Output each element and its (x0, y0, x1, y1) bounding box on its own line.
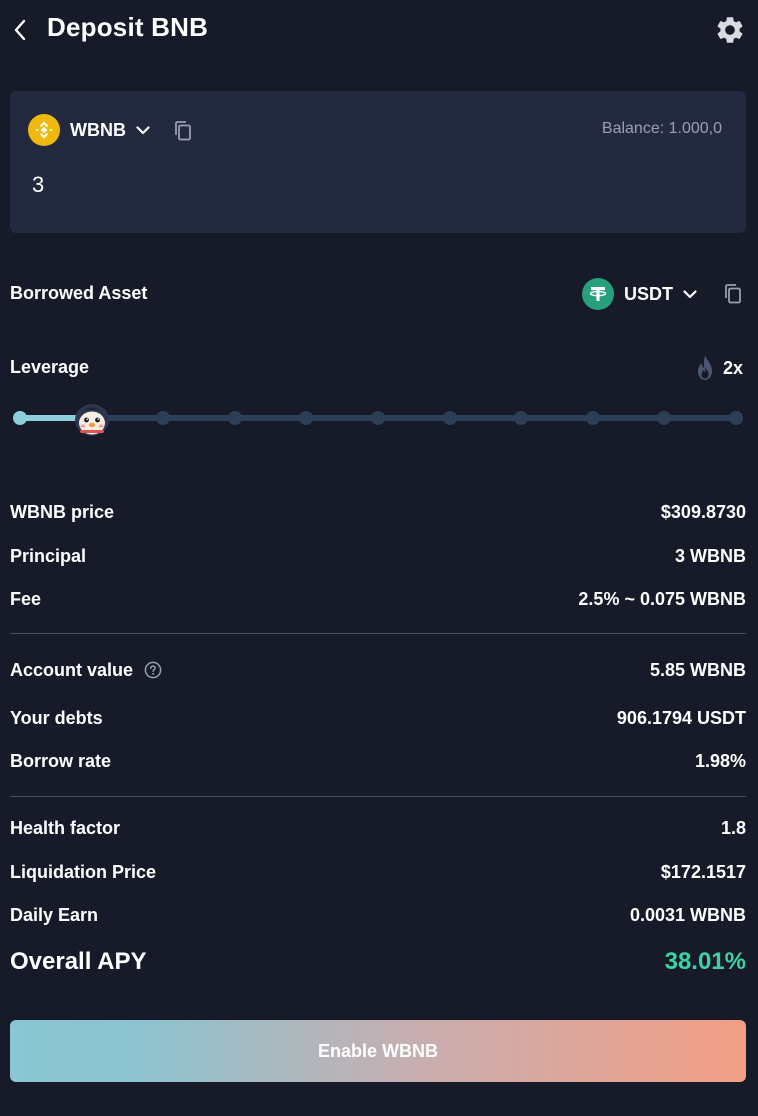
enable-button[interactable]: Enable WBNB (10, 1020, 746, 1082)
leverage-label: Leverage (10, 357, 90, 377)
fee-value: 2.5% ~ 0.075 WBNB (578, 589, 746, 609)
liquidation-price-label: Liquidation Price (10, 862, 157, 882)
borrow-rate-label: Borrow rate (10, 751, 112, 771)
chevron-down-icon (683, 290, 697, 299)
slider-step-dot[interactable] (657, 411, 672, 425)
copy-icon[interactable] (722, 282, 744, 306)
overall-apy-value: 38.01% (664, 948, 746, 975)
principal-value: 3 WBNB (675, 546, 746, 566)
daily-earn-value: 0.0031 WBNB (629, 905, 746, 925)
divider (10, 633, 746, 634)
divider (10, 796, 746, 797)
overall-apy-label: Overall APY (10, 948, 147, 975)
leverage-value: 2x (693, 354, 743, 382)
borrow-rate-value: 1.98% (694, 751, 746, 771)
leverage-multiplier: 2x (723, 357, 744, 378)
borrowed-token-select[interactable]: USDT (582, 278, 699, 310)
slider-step-dot[interactable] (729, 411, 743, 425)
slider-step-dot[interactable] (514, 411, 529, 425)
bnb-logo-icon (28, 114, 60, 146)
slider-step-dot[interactable] (299, 411, 314, 425)
debts-value: 906.1794 USDT (616, 708, 746, 728)
wbnb-price-label: WBNB price (10, 502, 115, 522)
penguin-thumb-icon[interactable] (73, 400, 111, 438)
page-title: Deposit BNB (47, 12, 209, 42)
slider-step-dot[interactable] (227, 411, 242, 425)
account-value-label: Account value (10, 660, 134, 680)
account-value: 5.85 WBNB (649, 660, 746, 680)
fee-label: Fee (10, 589, 42, 609)
deposit-card: WBNB Balance: 1.000,0 (10, 91, 746, 233)
chevron-down-icon (136, 126, 150, 135)
wbnb-price-value: $309.8730 (660, 502, 746, 522)
slider-step-dot[interactable] (13, 411, 27, 425)
amount-input[interactable] (32, 167, 712, 203)
header: Deposit BNB (0, 0, 758, 60)
leverage-slider[interactable] (13, 400, 744, 438)
copy-icon[interactable] (172, 119, 194, 143)
account-value-row: Account value (10, 660, 162, 681)
slider-step-dot[interactable] (371, 411, 385, 425)
balance-text: Balance: 1.000,0 (601, 120, 722, 137)
slider-step-dot[interactable] (585, 411, 600, 425)
slider-step-dot[interactable] (156, 411, 171, 425)
health-factor-value: 1.8 (720, 818, 746, 838)
deposit-screen: Deposit BNB WBNB Balance: 1.000,0 3 Borr… (0, 0, 758, 1116)
borrowed-asset-label: Borrowed Asset (10, 283, 148, 303)
debts-label: Your debts (10, 708, 103, 728)
gear-icon[interactable] (714, 14, 746, 46)
slider-step-dot[interactable] (442, 411, 457, 425)
flame-icon (698, 355, 712, 380)
principal-label: Principal (10, 546, 87, 566)
borrowed-token-name: USDT (624, 283, 673, 304)
liquidation-price-value: $172.1517 (660, 862, 746, 882)
deposit-token-select[interactable]: WBNB (28, 113, 152, 147)
deposit-token-name: WBNB (70, 119, 126, 140)
back-arrow-icon[interactable] (8, 16, 34, 44)
usdt-logo-icon (582, 278, 614, 310)
health-factor-label: Health factor (10, 818, 121, 838)
help-circle-icon[interactable] (144, 661, 162, 679)
daily-earn-label: Daily Earn (10, 905, 99, 925)
